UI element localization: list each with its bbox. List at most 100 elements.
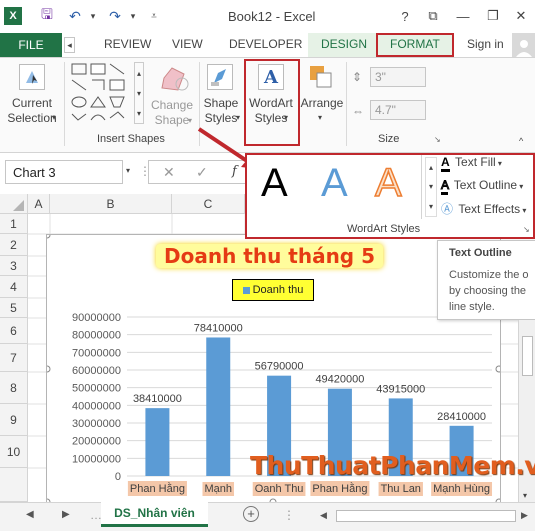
text-fill-button[interactable]: A Text Fill ▾ [441,155,502,172]
hscroll-right-icon[interactable]: ▶ [521,510,528,521]
arrange-button[interactable]: Arrange [300,96,344,111]
data-label: 43915000 [376,383,425,395]
text-fill-icon: A [441,155,450,172]
row-header-6[interactable]: 6 [0,318,28,344]
wordart-styles-group-label: WordArt Styles [347,223,421,235]
legend-label: Doanh thu [252,284,304,296]
wordart-styles-label-2: Styles [254,111,288,125]
shape-styles-label-1: Shape [203,96,239,110]
arrange-dropdown-icon: ▾ [318,113,323,122]
watermark: ThuThuatPhanMem.vn [250,451,535,480]
row-header-9[interactable]: 9 [0,404,28,436]
text-outline-label: Text Outline [453,178,518,192]
name-box-dropdown-icon[interactable]: ▾ [126,166,130,175]
tab-design[interactable]: DESIGN [321,37,367,51]
tab-scroll-left-icon[interactable]: ◂ [64,37,75,53]
row-header-1[interactable]: 1 [0,214,28,234]
row-header-10[interactable]: 10 [0,436,28,468]
user-avatar-icon[interactable] [512,33,535,57]
close-button[interactable]: ✕ [510,6,532,26]
insert-shapes-group-label: Insert Shapes [97,133,165,145]
text-fill-label: Text Fill [455,155,496,169]
wordart-styles-dropdown-icon: ▾ [284,113,289,122]
new-sheet-icon[interactable]: + [243,506,259,522]
hscroll-left-icon[interactable]: ◀ [320,510,327,521]
sheet-scroll-left-icon[interactable]: ◀ [26,509,34,520]
collapse-ribbon-icon[interactable]: ^ [519,136,523,146]
ribbon-display-button[interactable]: ⧉ [422,6,444,26]
scroll-down-icon[interactable]: ▾ [523,491,527,500]
arrange-icon [308,64,334,90]
redo-dropdown-icon[interactable]: ▾ [124,7,142,25]
select-all-corner[interactable] [0,194,28,214]
text-effects-icon: Ⓐ [441,202,454,216]
row-header-3[interactable]: 3 [0,256,28,276]
x-tick-label: Mạnh [204,483,232,495]
minimize-button[interactable]: — [452,6,474,26]
data-label: 28410000 [437,411,486,423]
sheet-scroll-right-icon[interactable]: ▶ [62,509,70,520]
legend-color-swatch [242,286,250,294]
text-effects-label: Text Effects [458,202,521,216]
wordart-sample-black[interactable]: A [261,161,288,206]
tab-developer[interactable]: DEVELOPER [229,37,302,51]
y-tick-label: 0 [115,471,121,483]
row-header-4[interactable]: 4 [0,276,28,298]
column-header-a[interactable]: A [28,194,50,214]
wordart-styles-button[interactable]: WordArt Styles [246,96,296,126]
row-header-5[interactable]: 5 [0,298,28,318]
current-selection-label-1: Current [11,96,52,110]
shape-height-input[interactable]: 3" [370,67,426,87]
tooltip-line-1: Customize the o [449,269,529,281]
shapes-gallery[interactable] [70,62,132,124]
chart-legend[interactable]: Doanh thu [232,279,314,301]
x-tick-label: Mạnh Hùng [433,483,490,495]
data-label: 38410000 [133,393,182,405]
cancel-formula-icon[interactable]: ✕ [163,164,175,181]
size-dialog-launcher-icon[interactable]: ↘ [434,135,441,144]
column-header-c[interactable]: C [172,194,245,214]
customize-qat-icon[interactable]: ⩡ [145,7,163,25]
row-header-8[interactable]: 8 [0,372,28,404]
vertical-scroll-thumb[interactable] [522,336,533,376]
horizontal-scroll-thumb[interactable] [336,510,516,522]
column-header-b[interactable]: B [50,194,172,214]
shape-width-input[interactable]: 4.7" [370,100,426,120]
wordart-styles-gallery: A A A ▴ ▾ ▾ A Text Fill ▾ A Text Outline ▾… [245,153,535,239]
tab-review[interactable]: REVIEW [104,37,151,51]
wordart-gallery-scroll[interactable]: ▴ ▾ ▾ [425,157,437,217]
current-selection-icon [19,64,45,90]
tab-format[interactable]: FORMAT [390,37,440,51]
row-header-7[interactable]: 7 [0,344,28,372]
change-shape-dropdown-icon: ▾ [188,116,193,125]
width-icon: ⇔ [352,104,364,118]
text-outline-button[interactable]: A Text Outline ▾ [440,178,523,195]
undo-icon[interactable]: ↶ [66,7,84,25]
sign-in-link[interactable]: Sign in [467,37,504,51]
sheet-tab-ds-nhan-vien[interactable]: DS_Nhân viên [101,502,208,527]
name-box[interactable]: Chart 3 [5,160,123,184]
chart-title[interactable]: Doanh thu tháng 5 [156,244,384,268]
text-effects-button[interactable]: Ⓐ Text Effects ▾ [441,200,526,217]
save-icon[interactable]: 🖫 [38,6,56,25]
wordart-sample-orange-outline[interactable]: A [374,160,402,206]
tab-view[interactable]: VIEW [172,37,203,51]
data-label: 78410000 [194,322,243,334]
wordart-styles-icon: A [258,64,284,90]
restore-button[interactable]: ❐ [482,6,504,26]
undo-dropdown-icon[interactable]: ▾ [84,7,102,25]
wordart-dialog-launcher-icon[interactable]: ↘ [523,225,530,234]
height-icon: ⇕ [352,70,363,84]
tab-file[interactable]: FILE [0,33,62,57]
tooltip-line-3: line style. [449,301,495,313]
shape-styles-button[interactable]: Shape Styles [202,96,240,126]
group-separator [346,62,347,146]
shapes-gallery-scroll[interactable]: ▴ ▾ ▾ [134,62,144,124]
resize-handle [43,365,51,373]
x-tick-label: Phan Hằng [130,482,185,495]
help-button[interactable]: ? [394,6,416,26]
wordart-sample-blue[interactable]: A [321,161,348,206]
row-header-2[interactable]: 2 [0,234,28,256]
row-header-11[interactable] [0,468,28,502]
redo-icon[interactable]: ↷ [106,7,124,25]
